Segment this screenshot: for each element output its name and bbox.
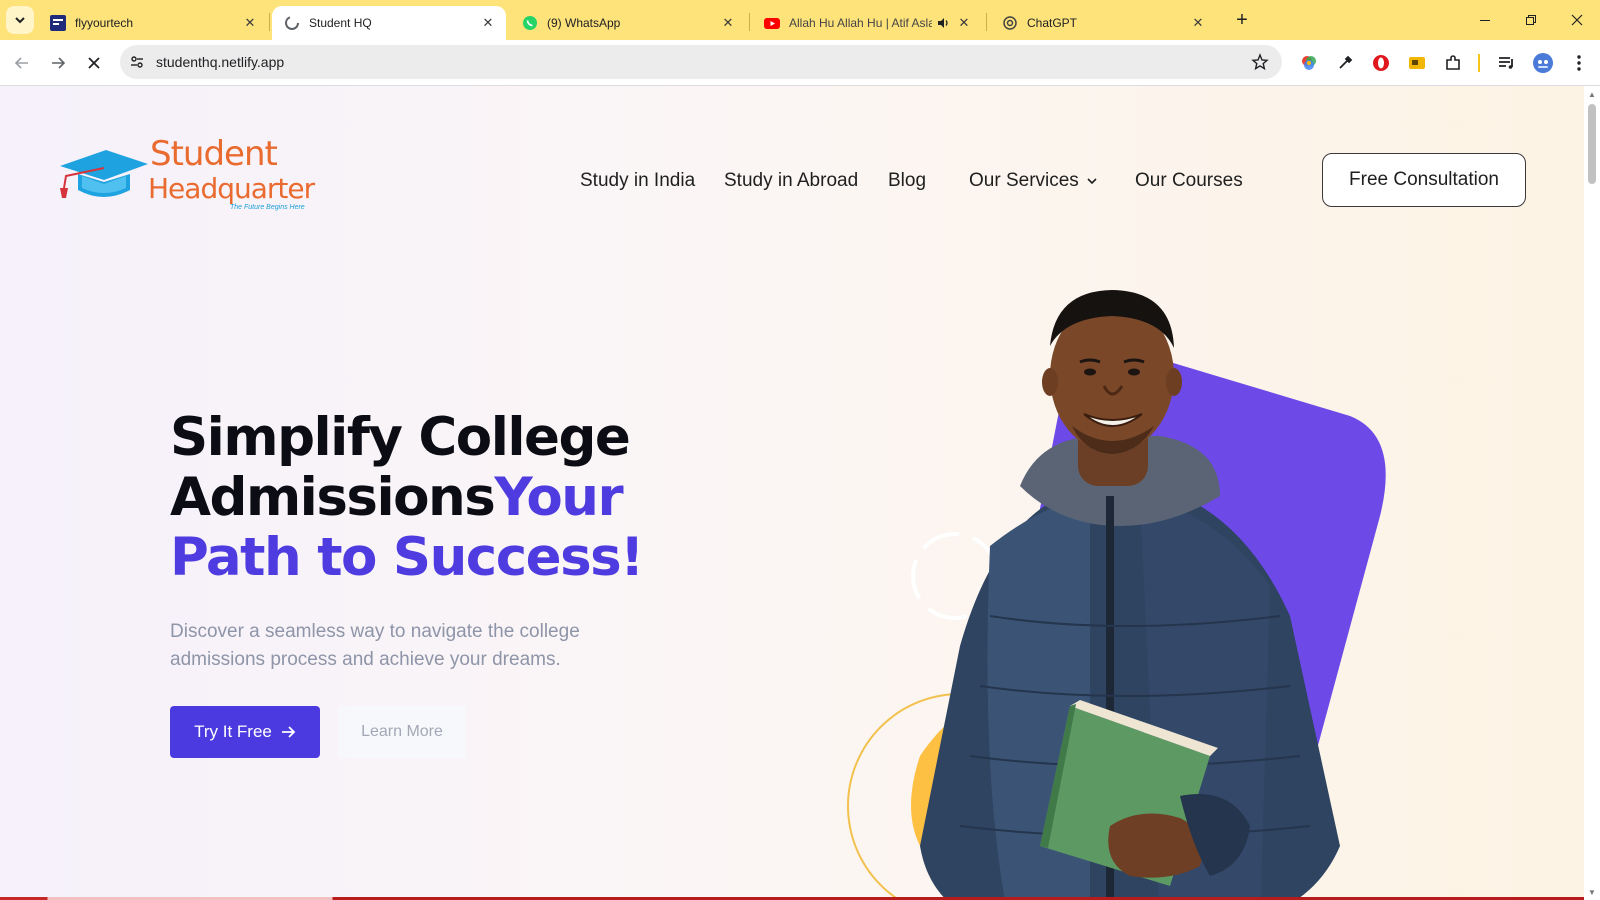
tab-title: ChatGPT bbox=[1027, 16, 1078, 30]
close-window-button[interactable] bbox=[1554, 0, 1600, 40]
site-info-icon[interactable] bbox=[124, 49, 150, 75]
try-it-free-label: Try It Free bbox=[194, 722, 272, 741]
arrow-right-icon bbox=[52, 57, 66, 69]
profile-avatar-icon[interactable] bbox=[1532, 52, 1554, 74]
tab-chatgpt[interactable]: ChatGPT ✕ bbox=[990, 6, 1216, 40]
opera-icon[interactable] bbox=[1370, 52, 1392, 74]
forward-button[interactable] bbox=[44, 49, 72, 77]
eyedropper-icon[interactable] bbox=[1334, 52, 1356, 74]
close-icon bbox=[88, 57, 100, 69]
close-icon[interactable]: ✕ bbox=[1190, 15, 1206, 31]
speaker-icon[interactable] bbox=[936, 16, 950, 30]
nav-our-services[interactable]: Our Services bbox=[969, 168, 1098, 194]
flyyourtech-favicon bbox=[50, 15, 66, 31]
logo-tagline: The Future Begins Here bbox=[230, 204, 305, 211]
vertical-scrollbar[interactable]: ▲ ▼ bbox=[1584, 86, 1600, 900]
logo-text-line2: Headquarter bbox=[148, 172, 315, 205]
close-icon[interactable]: ✕ bbox=[956, 15, 972, 31]
tab-whatsapp[interactable]: (9) WhatsApp ✕ bbox=[510, 6, 746, 40]
restore-button[interactable] bbox=[1508, 0, 1554, 40]
tab-search-button[interactable] bbox=[6, 6, 34, 34]
tab-separator bbox=[749, 13, 750, 31]
color-picker-extension-icon[interactable] bbox=[1298, 52, 1320, 74]
close-icon[interactable]: ✕ bbox=[480, 15, 496, 31]
more-menu-icon[interactable] bbox=[1568, 52, 1590, 74]
nav-study-in-india[interactable]: Study in India bbox=[580, 168, 695, 194]
whatsapp-icon bbox=[522, 15, 538, 31]
chevron-down-icon bbox=[15, 17, 25, 24]
logo-text-line1: Student bbox=[150, 134, 278, 174]
site-logo[interactable]: Student Headquarter The Future Begins He… bbox=[52, 134, 315, 214]
close-icon[interactable]: ✕ bbox=[242, 15, 258, 31]
tab-title: Student HQ bbox=[309, 16, 372, 30]
arrow-right-icon bbox=[281, 726, 296, 738]
puzzle-extensions-icon[interactable] bbox=[1442, 52, 1464, 74]
scrollbar-thumb[interactable] bbox=[1588, 104, 1596, 184]
tab-separator bbox=[269, 13, 270, 31]
hero-student-illustration bbox=[847, 290, 1386, 900]
chatgpt-icon bbox=[1002, 15, 1018, 31]
back-button[interactable] bbox=[8, 49, 36, 77]
loading-spinner-icon bbox=[284, 15, 300, 31]
try-it-free-button[interactable]: Try It Free bbox=[170, 706, 320, 758]
stop-loading-button[interactable] bbox=[80, 49, 108, 77]
browser-tabstrip: flyyourtech ✕ Student HQ ✕ (9) WhatsApp … bbox=[0, 0, 1600, 40]
tab-student-hq[interactable]: Student HQ ✕ bbox=[272, 6, 506, 40]
browser-toolbar: studenthq.netlify.app bbox=[0, 40, 1600, 86]
tab-youtube[interactable]: Allah Hu Allah Hu | Atif Asla ✕ bbox=[752, 6, 982, 40]
chevron-down-icon bbox=[1086, 175, 1098, 187]
address-bar[interactable]: studenthq.netlify.app bbox=[120, 45, 1282, 79]
webpage: Student Headquarter The Future Begins He… bbox=[0, 86, 1584, 900]
bookmark-star-icon[interactable] bbox=[1246, 48, 1274, 76]
nav-blog[interactable]: Blog bbox=[888, 168, 926, 194]
minimize-button[interactable] bbox=[1462, 0, 1508, 40]
url-text[interactable]: studenthq.netlify.app bbox=[156, 54, 1246, 70]
graduation-cap-icon bbox=[60, 150, 148, 198]
nav-our-services-label: Our Services bbox=[969, 170, 1079, 191]
toolbar-divider bbox=[1478, 54, 1480, 72]
tab-title: (9) WhatsApp bbox=[547, 16, 621, 30]
free-consultation-button[interactable]: Free Consultation bbox=[1322, 153, 1526, 207]
scroll-up-arrow-icon[interactable]: ▲ bbox=[1587, 89, 1597, 99]
media-control-icon[interactable] bbox=[1496, 52, 1518, 74]
learn-more-button[interactable]: Learn More bbox=[338, 706, 466, 758]
tab-title: flyyourtech bbox=[75, 16, 134, 30]
tab-title: Allah Hu Allah Hu | Atif Asla bbox=[789, 16, 932, 30]
tab-flyyourtech[interactable]: flyyourtech ✕ bbox=[38, 6, 268, 40]
tab-separator bbox=[986, 13, 987, 31]
close-icon[interactable]: ✕ bbox=[720, 15, 736, 31]
nav-our-courses[interactable]: Our Courses bbox=[1135, 168, 1243, 194]
wallet-extension-icon[interactable] bbox=[1406, 52, 1428, 74]
arrow-left-icon bbox=[14, 57, 28, 69]
scroll-down-arrow-icon[interactable]: ▼ bbox=[1587, 887, 1597, 897]
youtube-icon bbox=[764, 15, 780, 31]
new-tab-button[interactable]: + bbox=[1230, 8, 1254, 32]
hero-title: Simplify College AdmissionsYour Path to … bbox=[170, 408, 690, 588]
hero-subtitle: Discover a seamless way to navigate the … bbox=[170, 621, 580, 670]
nav-study-in-abroad[interactable]: Study in Abroad bbox=[724, 168, 858, 194]
